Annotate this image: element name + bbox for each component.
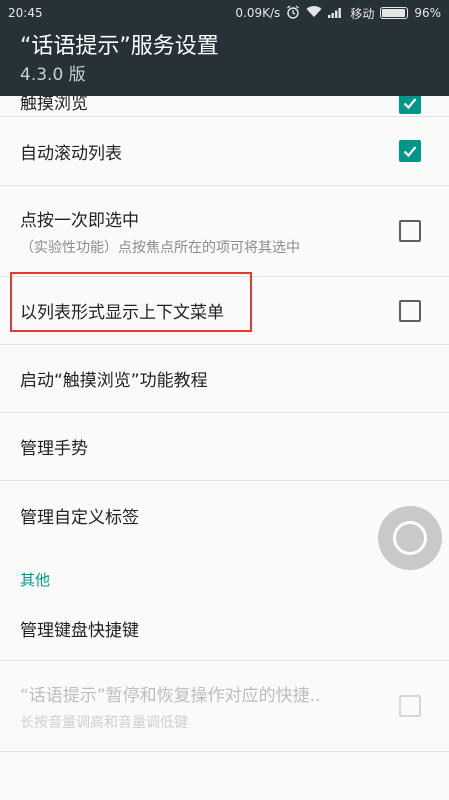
setting-auto-scroll[interactable]: 自动滚动列表 <box>0 117 449 186</box>
battery-level-fill <box>382 9 406 17</box>
setting-manage-gestures[interactable]: 管理手势 <box>0 413 449 481</box>
check-icon <box>403 146 417 158</box>
version-label: 4.3.0 版 <box>20 65 86 85</box>
context-menu-list-checkbox[interactable] <box>399 299 421 322</box>
setting-title: 以列表形式显示上下文菜单 <box>20 303 224 323</box>
signal-icon <box>328 6 344 21</box>
setting-summary: 长按音量调高和音量调低键 <box>20 714 188 731</box>
setting-keyboard-shortcuts[interactable]: 管理键盘快捷键 <box>0 597 449 661</box>
setting-pause-shortcut: “话语提示”暂停和恢复操作对应的快捷.. 长按音量调高和音量调低键 <box>0 661 449 752</box>
setting-title: 自动滚动列表 <box>20 143 122 164</box>
battery-percent: 96% <box>414 6 441 20</box>
battery-icon <box>380 7 409 19</box>
assistive-ball-ring-icon <box>393 521 427 555</box>
setting-title: 点按一次即选中 <box>20 210 139 231</box>
setting-title: 管理手势 <box>20 439 88 459</box>
setting-title: 管理键盘快捷键 <box>20 621 139 641</box>
app-bar: “话语提示”服务设置 4.3.0 版 <box>0 26 449 96</box>
setting-touch-explore[interactable]: 触摸浏览 <box>0 96 449 117</box>
single-tap-checkbox[interactable] <box>399 220 421 242</box>
section-header-other: 其他 <box>20 571 51 589</box>
page-title: “话语提示”服务设置 <box>20 34 219 59</box>
setting-context-menu-list[interactable]: 以列表形式显示上下文菜单 <box>0 277 449 345</box>
pause-shortcut-checkbox <box>399 695 421 717</box>
setting-title: 触摸浏览 <box>20 96 88 114</box>
check-icon <box>403 98 417 110</box>
setting-title: “话语提示”暂停和恢复操作对应的快捷.. <box>20 685 321 706</box>
carrier-label: 移动 <box>350 6 375 21</box>
setting-tutorial[interactable]: 启动“触摸浏览”功能教程 <box>0 345 449 413</box>
alarm-icon <box>286 4 300 22</box>
setting-single-tap[interactable]: 点按一次即选中 （实验性功能）点按焦点所在的项可将其选中 <box>0 186 449 277</box>
setting-summary: （实验性功能）点按焦点所在的项可将其选中 <box>20 239 300 256</box>
settings-list: 触摸浏览 自动滚动列表 点按一次即选中 （实验性功能）点按焦点所在的项可将其选中… <box>0 96 449 752</box>
touch-explore-checkbox[interactable] <box>399 96 421 114</box>
network-speed: 0.09K/s <box>235 6 281 20</box>
setting-title: 管理自定义标签 <box>20 507 139 528</box>
status-time: 20:45 <box>8 6 43 20</box>
floating-assistive-ball[interactable] <box>378 506 442 570</box>
auto-scroll-checkbox[interactable] <box>399 140 421 162</box>
wifi-icon <box>306 5 322 21</box>
setting-title: 启动“触摸浏览”功能教程 <box>20 371 208 391</box>
status-bar: 20:45 0.09K/s 移动 96% <box>0 0 449 26</box>
